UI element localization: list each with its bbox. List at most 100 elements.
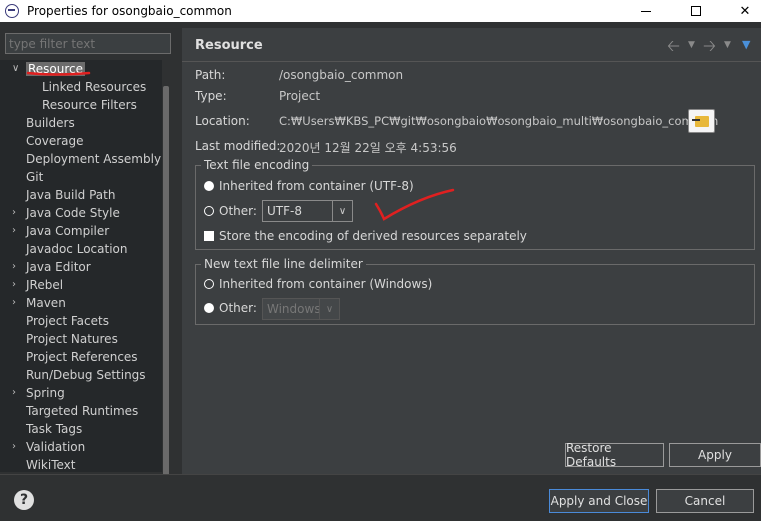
location-label: Location:	[195, 114, 250, 128]
encoding-other-label: Other:	[219, 204, 257, 218]
tree-item-builders[interactable]: Builders	[26, 114, 75, 132]
tree-item-label: Resource	[26, 62, 86, 76]
tree-item-label: Javadoc Location	[26, 242, 128, 256]
page-content: Path: /osongbaio_common Type: Project Lo…	[182, 62, 761, 474]
tree-item-label: Run/Debug Settings	[26, 368, 146, 382]
view-menu-icon[interactable]: ▼	[742, 38, 750, 51]
forward-dropdown-icon[interactable]: ▼	[724, 40, 731, 50]
tree-item-git[interactable]: Git	[26, 168, 43, 186]
forward-arrow-icon[interactable]: 🡢	[703, 35, 716, 62]
tree-item-label: Builders	[26, 116, 75, 130]
dialog-button-bar: ? Apply and Close Cancel	[0, 474, 761, 521]
show-in-explorer-button[interactable]	[688, 109, 715, 133]
tree-item-task-tags[interactable]: Task Tags	[26, 420, 82, 438]
path-label: Path:	[195, 68, 226, 82]
type-label: Type:	[195, 89, 227, 103]
encoding-inherited-radio[interactable]: Inherited from container (UTF-8)	[204, 177, 414, 195]
tree-item-java-build-path[interactable]: Java Build Path	[26, 186, 115, 204]
line-delimiter-legend: New text file line delimiter	[204, 257, 363, 271]
back-arrow-icon[interactable]: 🡠	[667, 35, 680, 62]
tree-item-label: Java Build Path	[26, 188, 116, 202]
apply-and-close-button[interactable]: Apply and Close	[549, 489, 649, 513]
close-icon: ✕	[739, 3, 751, 19]
type-value: Project	[279, 89, 321, 103]
chevron-down-icon[interactable]: ∨	[12, 60, 19, 78]
tree-item-coverage[interactable]: Coverage	[26, 132, 84, 150]
last-modified-value: 2020년 12월 22일 오후 4:53:56	[279, 141, 457, 155]
back-dropdown-icon[interactable]: ▼	[688, 40, 695, 50]
encoding-other-radio[interactable]: Other:	[204, 202, 257, 220]
apply-button[interactable]: Apply	[669, 443, 761, 467]
tree-item-javadoc-location[interactable]: Javadoc Location	[26, 240, 127, 258]
tree-item-wikitext[interactable]: WikiText	[26, 456, 76, 472]
cancel-button[interactable]: Cancel	[656, 489, 754, 513]
last-modified-label: Last modified:	[195, 139, 281, 153]
chevron-right-icon[interactable]: ›	[12, 222, 16, 240]
property-tree: ∨ Resource Linked Resources Resource Fil…	[0, 60, 170, 472]
tree-item-resource-filters[interactable]: Resource Filters	[42, 96, 137, 114]
path-value: /osongbaio_common	[279, 68, 404, 82]
chevron-right-icon[interactable]: ›	[12, 204, 16, 222]
tree-item-maven[interactable]: › Maven	[12, 294, 66, 312]
tree-item-label: Coverage	[26, 134, 84, 148]
title-bar: Properties for osongbaio_common ✕	[0, 0, 761, 22]
tree-item-label: Targeted Runtimes	[26, 404, 139, 418]
tree-item-label: Project References	[26, 350, 138, 364]
tree-item-run-debug-settings[interactable]: Run/Debug Settings	[26, 366, 146, 384]
chevron-right-icon[interactable]: ›	[12, 438, 16, 456]
radio-unselected-icon	[204, 206, 214, 216]
delimiter-other-radio[interactable]: Other:	[204, 299, 257, 317]
delimiter-select-value: Windows	[267, 302, 321, 316]
tree-item-label: Java Compiler	[26, 224, 110, 238]
tree-item-deployment-assembly[interactable]: Deployment Assembly	[26, 150, 161, 168]
radio-selected-icon	[204, 303, 214, 313]
tree-item-label: WikiText	[26, 458, 76, 472]
tree-item-label: Linked Resources	[42, 80, 147, 94]
delimiter-other-label: Other:	[219, 301, 257, 315]
minimize-icon	[641, 10, 651, 12]
tree-item-label: Resource Filters	[42, 98, 137, 112]
tree-item-java-compiler[interactable]: › Java Compiler	[12, 222, 110, 240]
chevron-right-icon[interactable]: ›	[12, 258, 16, 276]
tree-scrollbar-thumb[interactable]	[163, 86, 169, 476]
tree-item-linked-resources[interactable]: Linked Resources	[42, 78, 146, 96]
tree-item-label: Validation	[26, 440, 86, 454]
chevron-right-icon[interactable]: ›	[12, 384, 16, 402]
tree-item-java-code-style[interactable]: › Java Code Style	[12, 204, 120, 222]
maximize-button[interactable]	[673, 0, 719, 22]
eclipse-app-icon	[5, 4, 19, 18]
tree-item-label: Java Editor	[26, 260, 91, 274]
chevron-right-icon[interactable]: ›	[12, 294, 16, 312]
tree-item-project-facets[interactable]: Project Facets	[26, 312, 109, 330]
page-header: Resource 🡠 ▼ 🡢 ▼ ▼	[182, 28, 761, 62]
checkbox-icon	[204, 231, 214, 241]
maximize-icon	[691, 6, 701, 16]
delimiter-select[interactable]: Windows ∨	[262, 298, 340, 320]
tree-item-label: Project Facets	[26, 314, 109, 328]
chevron-down-icon: ∨	[319, 299, 339, 319]
minimize-button[interactable]	[623, 0, 669, 22]
tree-item-label: Spring	[26, 386, 65, 400]
store-encoding-checkbox[interactable]: Store the encoding of derived resources …	[204, 227, 527, 245]
tree-item-jrebel[interactable]: › JRebel	[12, 276, 64, 294]
tree-item-label: JRebel	[26, 278, 64, 292]
tree-item-java-editor[interactable]: › Java Editor	[12, 258, 91, 276]
tree-item-project-natures[interactable]: Project Natures	[26, 330, 118, 348]
tree-item-validation[interactable]: › Validation	[12, 438, 86, 456]
encoding-select[interactable]: UTF-8 ∨	[262, 200, 353, 222]
tree-item-project-references[interactable]: Project References	[26, 348, 138, 366]
folder-open-icon	[691, 115, 709, 127]
filter-input[interactable]	[5, 33, 171, 54]
tree-item-targeted-runtimes[interactable]: Targeted Runtimes	[26, 402, 138, 420]
restore-defaults-button[interactable]: Restore Defaults	[565, 441, 664, 469]
page-title: Resource	[195, 38, 263, 53]
chevron-down-icon: ∨	[332, 201, 352, 221]
help-icon[interactable]: ?	[14, 490, 34, 510]
chevron-right-icon[interactable]: ›	[12, 276, 16, 294]
tree-item-label: Project Natures	[26, 332, 118, 346]
tree-item-spring[interactable]: › Spring	[12, 384, 65, 402]
close-button[interactable]: ✕	[722, 0, 761, 22]
tree-item-resource[interactable]: ∨ Resource	[12, 60, 86, 78]
encoding-inherited-label: Inherited from container (UTF-8)	[219, 179, 414, 193]
delimiter-inherited-radio[interactable]: Inherited from container (Windows)	[204, 275, 432, 293]
